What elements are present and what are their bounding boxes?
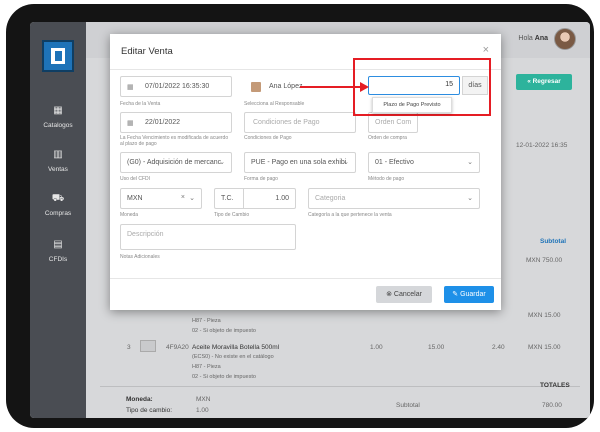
chevron-down-icon: ⌄ [467, 159, 473, 166]
description-caption: Notas Adicionales [120, 254, 160, 260]
exchange-rate-caption: Tipo de Cambio [214, 212, 250, 218]
category-caption: Categoría a la que pertenece la venta [308, 212, 392, 218]
calendar-icon: ▦ [127, 84, 134, 91]
currency-select[interactable]: MXN × ⌄ [120, 188, 202, 209]
document-icon: ▤ [53, 239, 63, 250]
product-price: 15.00 [428, 344, 445, 351]
sidebar-item-label: Compras [44, 210, 72, 217]
regresar-button[interactable]: « Regresar [516, 74, 572, 90]
product-tax-object: 02 - Si objeto de impuesto [192, 374, 256, 380]
sidebar-item-catalogos[interactable]: ▦ Catalogos [30, 105, 86, 130]
grid-icon: ▦ [53, 105, 63, 116]
totales-heading: TOTALES [540, 382, 570, 389]
divider [100, 386, 580, 387]
chevron-down-icon: ⌄ [343, 159, 349, 166]
divider [110, 278, 501, 279]
product-tax: 2.40 [492, 344, 505, 351]
chart-icon: ▥ [53, 149, 63, 160]
exchange-rate-label: Tipo de cambio: [126, 407, 173, 414]
modal-title: Editar Venta [121, 46, 173, 57]
row-total: MXN 750.00 [526, 257, 563, 264]
close-icon: ⊗ [386, 291, 392, 298]
cfdi-use-caption: Uso del CFDI [120, 176, 151, 182]
currency-caption: Moneda [120, 212, 139, 218]
arrow-head-icon [360, 82, 369, 92]
product-quantity: 1.00 [370, 344, 383, 351]
product-code: 4F9A20 [166, 344, 189, 351]
cancel-button[interactable]: ⊗ Cancelar [376, 286, 432, 303]
sale-date: 12-01-2022 16:35 [516, 142, 568, 149]
days-unit-label: días [462, 76, 488, 95]
sidebar-item-label: Ventas [48, 166, 68, 173]
category-select[interactable]: Categoria ⌄ [308, 188, 480, 209]
cart-icon: ⛟ [51, 193, 65, 204]
payment-date-field[interactable]: ▦ 22/01/2022 [120, 112, 232, 133]
payment-form-select[interactable]: PUE - Pago en una sola exhibi ⌄ [244, 152, 356, 173]
description-textarea[interactable]: Descripción [120, 224, 296, 250]
app-logo [42, 40, 74, 72]
payment-method-select[interactable]: 01 - Efectivo ⌄ [368, 152, 480, 173]
sidebar-item-cfdis[interactable]: ▤ CFDIs [30, 239, 86, 264]
subtotal-label: Subtotal [396, 402, 420, 409]
sale-date-caption: Fecha de la Venta [120, 101, 161, 107]
purchase-order-caption: Orden de compra [368, 135, 407, 141]
payment-method-caption: Método de pago [368, 176, 405, 182]
product-sat-code: (ECS0) - No existe en el catálogo [192, 354, 274, 360]
cfdi-use-select[interactable]: (G0) - Adquisición de mercanc ⌄ [120, 152, 232, 173]
calendar-icon: ▦ [127, 120, 134, 127]
pencil-icon: ✎ [452, 291, 459, 298]
sidebar-item-compras[interactable]: ⛟ Compras [30, 193, 86, 218]
save-button[interactable]: ✎ Guardar [444, 286, 494, 303]
responsible-caption: Selecciona al Responsable [244, 101, 305, 107]
currency-value: MXN [196, 396, 211, 403]
row-unit: H87 - Pieza [192, 318, 221, 324]
row-total: MXN 15.00 [528, 344, 561, 351]
exchange-rate-value: 1.00 [196, 407, 209, 414]
user-greeting: Hola Ana [518, 35, 548, 42]
payment-form-caption: Forma de pago [244, 176, 278, 182]
exchange-rate-input[interactable]: T.C. 1.00 [214, 188, 296, 209]
avatar[interactable] [554, 28, 576, 50]
row-tax-object: 02 - Si objeto de impuesto [192, 328, 256, 334]
avatar [251, 82, 261, 92]
product-unit: H87 - Pieza [192, 364, 221, 370]
product-description: Aceite Moravilla Botella 500ml [192, 344, 280, 351]
chevron-down-icon: ⌄ [219, 159, 225, 166]
close-icon[interactable]: × [483, 44, 489, 56]
chevron-down-icon: ⌄ [467, 195, 473, 202]
product-box-icon [140, 340, 156, 352]
subtotal-value: 780.00 [542, 402, 562, 409]
payment-days-input[interactable]: 15 [368, 76, 460, 95]
row-total: MXN 15.00 [528, 312, 561, 319]
subtotal-column-header: Subtotal [540, 238, 566, 245]
payment-conditions-caption: Condiciones de Pago [244, 135, 292, 141]
payment-term-tooltip: Plazo de Pago Previsto [372, 97, 452, 113]
sidebar: ▦ Catalogos ▥ Ventas ⛟ Compras ▤ CFDIs [30, 22, 86, 418]
sale-date-field[interactable]: ▦ 07/01/2022 16:35:30 [120, 76, 232, 97]
clear-icon[interactable]: × [181, 194, 185, 201]
annotation-arrow [300, 86, 366, 88]
sidebar-item-ventas[interactable]: ▥ Ventas [30, 149, 86, 174]
payment-conditions-input[interactable]: Condiciones de Pago [244, 112, 356, 133]
chevron-down-icon: ⌄ [189, 195, 195, 202]
sidebar-item-label: Catalogos [43, 122, 73, 129]
sidebar-item-label: CFDIs [48, 256, 68, 263]
currency-label: Moneda: [126, 396, 153, 403]
payment-date-caption: La Fecha Vencimiento es modificada de ac… [120, 135, 229, 147]
